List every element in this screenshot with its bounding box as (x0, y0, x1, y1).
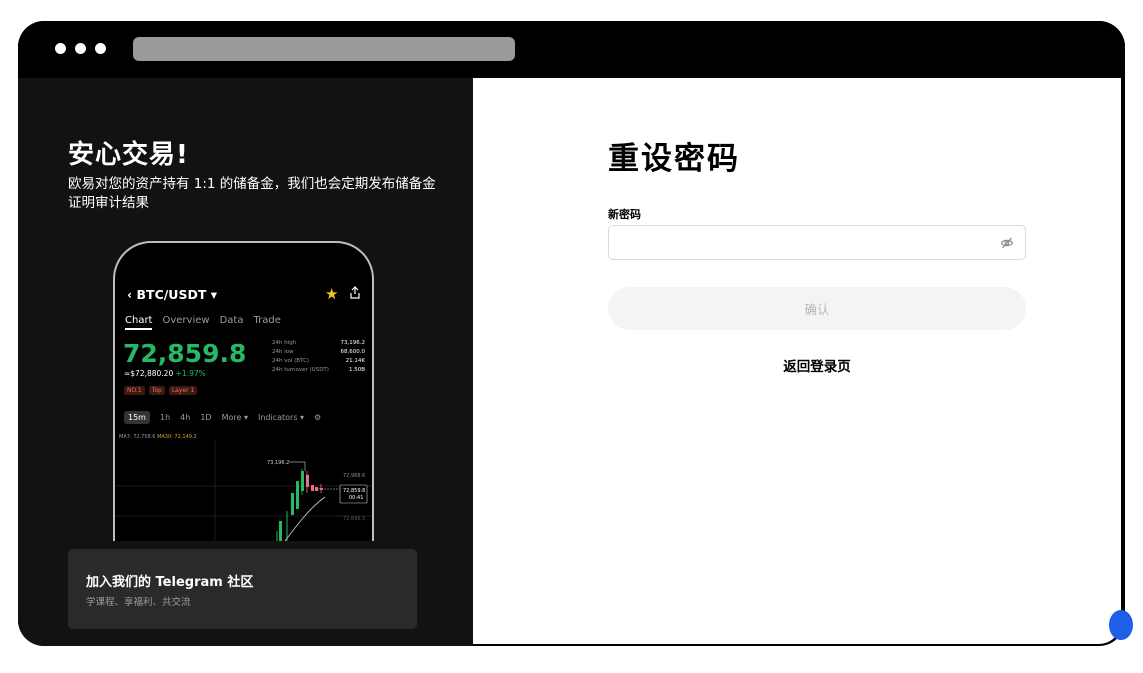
share-icon (349, 286, 361, 303)
reset-password-panel: 重设密码 新密码 确认 返回登录页 (473, 78, 1121, 644)
chevron-left-icon: ‹ (127, 287, 137, 302)
badge: Top (148, 386, 165, 395)
url-bar[interactable] (133, 37, 515, 61)
phone-mockup: ‹ BTC/USDT ▾ ★ Chart Overview Data Trade… (113, 241, 374, 541)
moving-averages: MA7: 72,758.6 MA30: 72,149.2 (119, 434, 197, 440)
promo-panel: 安心交易! 欧易对您的资产持有 1:1 的储备金，我们也会定期发布储备金证明审计… (18, 78, 473, 646)
telegram-title: 加入我们的 Telegram 社区 (86, 575, 254, 590)
last-price: 72,859.8 (123, 339, 247, 368)
confirm-button[interactable]: 确认 (608, 287, 1026, 330)
phone-intervals: 15m 1h 4h 1D More ▾ Indicators ▾ ⚙ (124, 411, 364, 424)
back-to-login-link[interactable]: 返回登录页 (473, 355, 1125, 375)
window-dot[interactable] (75, 43, 86, 54)
phone-tab-chart: Chart (125, 315, 153, 330)
page-title: 重设密码 (608, 141, 740, 177)
telegram-card[interactable]: 加入我们的 Telegram 社区 学课程、享福利、共交流 (68, 549, 417, 629)
window-dot[interactable] (95, 43, 106, 54)
phone-stats: 24h high 73,196.2 24h low 68,600.0 24h vol… (272, 340, 365, 373)
window-dot[interactable] (55, 43, 66, 54)
browser-titlebar (18, 21, 1125, 78)
usd-price: ≈$72,880.20 +1.97% (124, 369, 206, 378)
badge: NO.1 (124, 386, 145, 395)
promo-title: 安心交易! (68, 140, 189, 170)
chart-label-level2: 72,696.5 (343, 516, 365, 522)
phone-tab-data: Data (219, 315, 244, 326)
chart-label-level1: 72,988.6 (343, 473, 365, 479)
support-chat-button[interactable] (1109, 610, 1133, 640)
new-password-label: 新密码 (608, 208, 641, 221)
interval-4h: 4h (180, 413, 191, 422)
phone-tab-trade: Trade (253, 315, 281, 326)
chart-label-countdown: 00:41 (349, 495, 363, 501)
interval-1h: 1h (159, 413, 171, 422)
chart-label-high: 73,196.2 (267, 460, 289, 466)
candlestick-chart: 73,196.2 72,988.6 72,859.8 00:41 72,696.… (115, 441, 372, 541)
interval-more: More ▾ (221, 413, 248, 422)
phone-tab-overview: Overview (162, 315, 210, 326)
caret-down-icon: ▾ (206, 287, 218, 302)
promo-subtitle: 欧易对您的资产持有 1:1 的储备金，我们也会定期发布储备金证明审计结果 (68, 176, 436, 211)
trading-pair: ‹ BTC/USDT ▾ (127, 287, 218, 302)
chart-label-current: 72,859.8 (343, 488, 365, 494)
interval-1d: 1D (200, 413, 212, 422)
settings-icon: ⚙ (314, 413, 322, 422)
new-password-input[interactable] (608, 225, 1026, 260)
browser-window: 安心交易! 欧易对您的资产持有 1:1 的储备金，我们也会定期发布储备金证明审计… (18, 21, 1125, 646)
phone-badges: NO.1 Top Layer 1 (124, 386, 198, 395)
eye-off-icon[interactable] (1000, 235, 1014, 249)
telegram-subtitle: 学课程、享福利、共交流 (86, 597, 191, 608)
badge: Layer 1 (168, 386, 198, 395)
phone-tabs: Chart Overview Data Trade (125, 315, 281, 330)
star-icon: ★ (325, 285, 339, 303)
interval-15m: 15m (124, 411, 150, 424)
interval-indicators: Indicators ▾ (257, 413, 305, 422)
price-change: +1.97% (175, 369, 206, 378)
